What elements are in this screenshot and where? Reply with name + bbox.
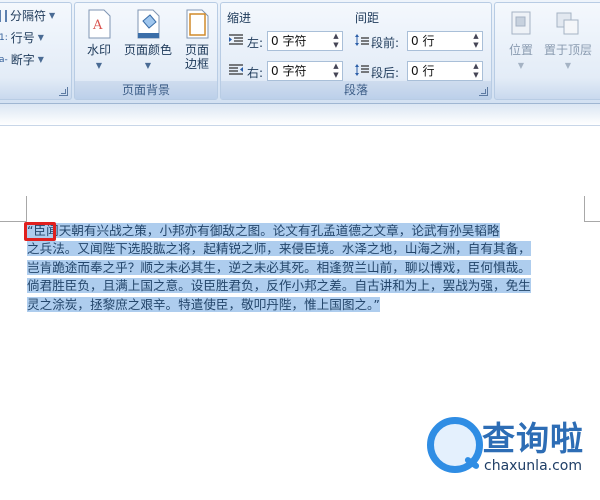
position-button[interactable]: 位置 ▼ [499,7,543,79]
margin-corner-mark [585,221,600,222]
line-numbers-label: 行号 [10,31,35,45]
selected-text-line[interactable]: 岂肯跪途而奉之乎？顺之未必其生，逆之未必其死。相逢贺兰山前，聊以博戏，臣何惧哉。 [27,259,531,275]
chevron-down-icon: ▼ [37,55,44,64]
line-numbers-icon: 1: [0,33,8,43]
chevron-down-icon: ▼ [144,61,152,70]
selected-text-line[interactable]: “臣闻天朝有兴战之策，小邦亦有御敌之图。论文有孔孟道德之文章，论武有孙吴韬略 [27,223,500,238]
line-numbers-button[interactable]: 1: 行号 ▼ [0,29,44,47]
spacing-header: 间距 [355,11,380,25]
watermark-icon: A [86,9,112,39]
page-background-group: A 水印 ▼ 页面颜色 ▼ 页面 边框 页面背景 [74,2,218,100]
selected-text-line[interactable]: 灵之涂炭，拯黎庶之艰辛。特遣使臣，敬叩丹陛，惟上国图之。” [27,296,380,312]
page-background-caption: 页面背景 [75,81,217,99]
spin-arrows-icon[interactable]: ▲ ▼ [470,32,482,50]
indent-right-value: 0 字符 [271,64,307,78]
spacing-before-value: 0 行 [411,34,435,48]
spacing-after-value: 0 行 [411,64,435,78]
watermark-label: 水印 [86,43,111,57]
columns-icon [0,10,7,22]
selected-text-line[interactable]: 之兵法。又闻陛下选股肱之将，起精锐之师，来侵臣境。水泽之地，山海之洲，自有其备， [27,241,531,257]
indent-right-icon [229,64,243,76]
chevron-down-icon: ▼ [49,11,56,20]
dialog-launcher-icon[interactable] [59,87,68,96]
chevron-down-icon: ▼ [37,33,44,42]
indent-header: 缩进 [227,11,252,25]
bring-to-front-button[interactable]: 置于顶层 ▼ [541,7,595,79]
indent-left-input[interactable]: 0 字符 ▲ ▼ [267,31,343,51]
svg-text:A: A [92,18,103,33]
watermark-brand-url: chaxunla.com [484,458,582,474]
chevron-down-icon: ▼ [564,61,572,70]
paint-bucket-icon [135,9,161,39]
arrange-group: 位置 ▼ 置于顶层 ▼ [494,2,600,100]
spin-arrows-icon[interactable]: ▲ ▼ [330,32,342,50]
page-color-button[interactable]: 页面颜色 ▼ [119,7,177,79]
indent-right-label: 右: [247,66,264,80]
ribbon-bottom-strip [0,104,600,126]
indent-right-input[interactable]: 0 字符 ▲ ▼ [267,61,343,81]
margin-corner-mark [584,196,585,222]
position-label: 位置 [508,43,533,57]
paragraph-group: 缩进 间距 左: 0 字符 ▲ ▼ 右: 0 字符 ▲ ▼ 段前: 0 行 ▲ ▼ [220,2,492,100]
page-borders-label-line2: 边框 [184,57,209,71]
spacing-before-label: 段前: [371,36,400,50]
hyphenation-button[interactable]: a- 断字 ▼ [0,51,44,69]
ribbon: 分隔符 ▼ 1: 行号 ▼ a- 断字 ▼ A 水印 ▼ 页面颜色 ▼ 页面 边… [0,0,600,104]
chevron-down-icon: ▼ [95,61,103,70]
page-borders-button[interactable]: 页面 边框 [175,7,219,79]
spacing-before-icon [355,34,369,46]
spacing-after-icon [355,64,369,76]
document-paragraph[interactable]: “臣闻天朝有兴战之策，小邦亦有御敌之图。论文有孔孟道德之文章，论武有孙吴韬略 之… [27,222,587,314]
margin-corner-mark [26,196,27,222]
page-borders-icon [184,9,210,39]
indent-left-icon [229,34,243,46]
page-borders-label-line1: 页面 [184,43,209,57]
columns-button[interactable]: 分隔符 ▼ [0,7,55,25]
spin-arrows-icon[interactable]: ▲ ▼ [470,62,482,80]
columns-label: 分隔符 [10,9,47,23]
spacing-before-input[interactable]: 0 行 ▲ ▼ [407,31,483,51]
hyphenation-icon: a- [0,55,8,65]
page-setup-group: 分隔符 ▼ 1: 行号 ▼ a- 断字 ▼ [0,2,72,100]
spacing-after-label: 段后: [371,66,400,80]
dialog-launcher-icon[interactable] [479,87,488,96]
bring-to-front-icon [555,9,581,39]
bring-to-front-label: 置于顶层 [543,43,592,57]
indent-left-value: 0 字符 [271,34,307,48]
selected-text-line[interactable]: 倘君胜臣负，且满上国之意。设臣胜君负，反作小邦之差。自古讲和为上，罢战为强，免生 [27,278,531,294]
magnifier-logo-icon [427,417,483,473]
indent-left-label: 左: [247,36,264,50]
page-color-label: 页面颜色 [123,43,172,57]
hyphenation-label: 断字 [10,53,35,67]
paragraph-caption: 段落 [221,81,491,99]
spin-arrows-icon[interactable]: ▲ ▼ [330,62,342,80]
watermark-button[interactable]: A 水印 ▼ [77,7,121,79]
chevron-down-icon: ▼ [517,61,525,70]
spacing-after-input[interactable]: 0 行 ▲ ▼ [407,61,483,81]
highlight-box [24,222,56,241]
margin-corner-mark [0,221,26,222]
watermark-brand-cn: 查询啦 [482,419,584,458]
position-icon [508,9,534,39]
